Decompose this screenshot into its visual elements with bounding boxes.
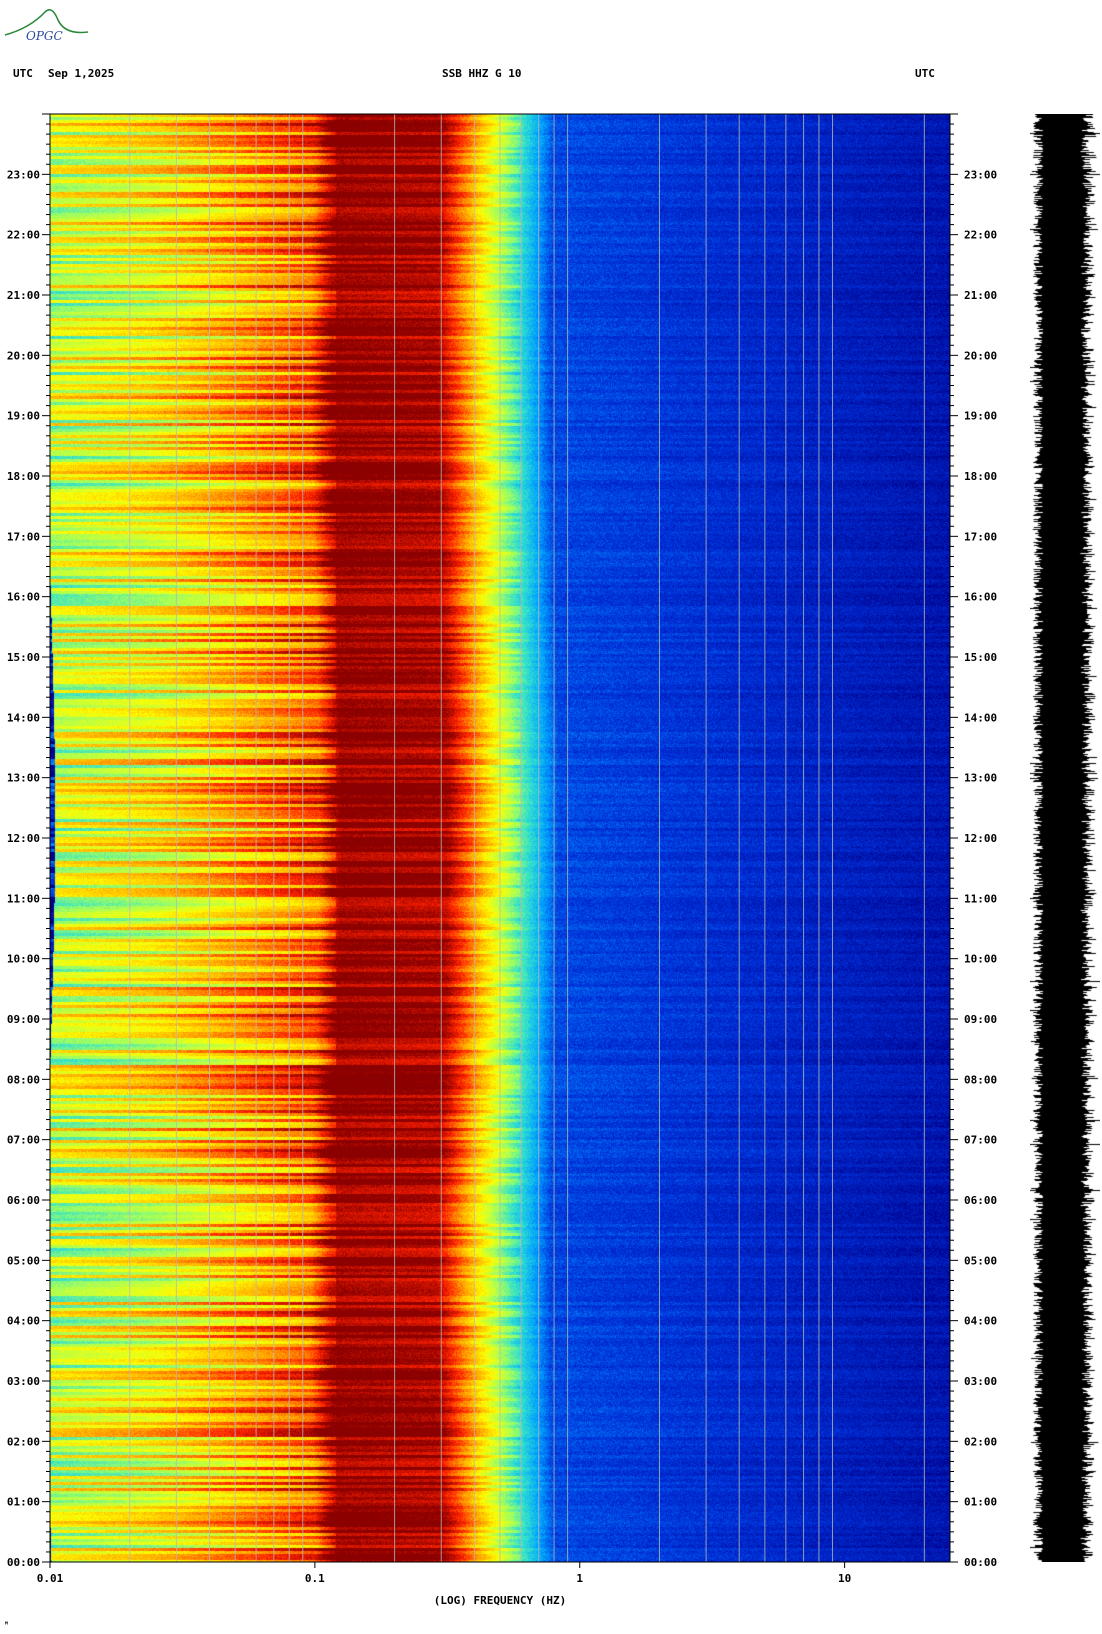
y-tick-label-right: 21:00: [964, 289, 997, 302]
y-tick-label-left: 04:00: [7, 1315, 40, 1328]
y-tick-label-left: 22:00: [7, 229, 40, 242]
y-tick-label-right: 14:00: [964, 711, 997, 724]
station-label: SSB HHZ G 10: [442, 67, 522, 80]
utc-label-left: UTC: [13, 67, 33, 80]
y-tick-label-left: 05:00: [7, 1254, 40, 1267]
y-tick-label-left: 01:00: [7, 1496, 40, 1509]
x-axis-label: (LOG) FREQUENCY (HZ): [434, 1594, 566, 1607]
y-tick-label-left: 00:00: [7, 1556, 40, 1569]
y-tick-label-left: 13:00: [7, 772, 40, 785]
spectrogram-plot: [50, 114, 950, 1562]
y-tick-label-right: 06:00: [964, 1194, 997, 1207]
y-tick-label-right: 09:00: [964, 1013, 997, 1026]
y-tick-label-left: 19:00: [7, 410, 40, 423]
footer-mark: ᴹ: [4, 1620, 9, 1629]
y-tick-label-left: 18:00: [7, 470, 40, 483]
y-tick-label-right: 00:00: [964, 1556, 997, 1569]
y-tick-label-right: 22:00: [964, 229, 997, 242]
y-tick-label-left: 10:00: [7, 953, 40, 966]
y-tick-label-right: 08:00: [964, 1073, 997, 1086]
logo-text: OPGC: [26, 29, 63, 43]
y-tick-label-left: 20:00: [7, 349, 40, 362]
y-tick-label-right: 20:00: [964, 349, 997, 362]
y-tick-label-left: 12:00: [7, 832, 40, 845]
y-tick-label-left: 03:00: [7, 1375, 40, 1388]
y-tick-label-left: 16:00: [7, 591, 40, 604]
x-axis: 0.01 0.1 1 10: [37, 1562, 851, 1585]
opgc-logo: OPGC: [4, 9, 89, 43]
y-tick-label-right: 03:00: [964, 1375, 997, 1388]
y-tick-label-right: 19:00: [964, 410, 997, 423]
y-tick-label-right: 15:00: [964, 651, 997, 664]
date-label: Sep 1,2025: [48, 67, 115, 80]
y-tick-label-right: 23:00: [964, 168, 997, 181]
y-tick-label-right: 04:00: [964, 1315, 997, 1328]
y-tick-label-right: 18:00: [964, 470, 997, 483]
y-tick-label-left: 23:00: [7, 168, 40, 181]
y-tick-label-right: 12:00: [964, 832, 997, 845]
y-tick-label-left: 08:00: [7, 1073, 40, 1086]
spectrogram-heatmap: [50, 114, 950, 1562]
y-tick-label-left: 15:00: [7, 651, 40, 664]
y-tick-label-left: 17:00: [7, 530, 40, 543]
y-tick-label-right: 13:00: [964, 772, 997, 785]
y-tick-label-right: 05:00: [964, 1254, 997, 1267]
y-tick-label-left: 14:00: [7, 711, 40, 724]
y-tick-label-right: 01:00: [964, 1496, 997, 1509]
y-tick-label-left: 06:00: [7, 1194, 40, 1207]
y-tick-label-right: 02:00: [964, 1435, 997, 1448]
y-axis-left: 00:00 01:00 02:00 03:00 04:00 05:00 06:00 07:00…: [7, 113, 50, 1569]
y-axis-right: 00:00 01:00 02:00 03:00 04:00 05:00 06:00 07:00…: [950, 113, 997, 1569]
y-tick-label-left: 11:00: [7, 892, 40, 905]
y-tick-label-left: 02:00: [7, 1435, 40, 1448]
x-tick-label: 0.01: [37, 1572, 64, 1585]
utc-label-right: UTC: [915, 67, 935, 80]
y-tick-label-left: 07:00: [7, 1134, 40, 1147]
y-tick-label-right: 10:00: [964, 953, 997, 966]
y-tick-label-right: 16:00: [964, 591, 997, 604]
y-tick-label-right: 17:00: [964, 530, 997, 543]
y-tick-label-left: 21:00: [7, 289, 40, 302]
x-tick-label: 10: [838, 1572, 851, 1585]
y-tick-label-left: 09:00: [7, 1013, 40, 1026]
y-tick-label-right: 07:00: [964, 1134, 997, 1147]
seismogram-trace: [1030, 114, 1100, 1562]
x-tick-label: 0.1: [305, 1572, 325, 1585]
x-tick-label: 1: [576, 1572, 583, 1585]
y-tick-label-right: 11:00: [964, 892, 997, 905]
